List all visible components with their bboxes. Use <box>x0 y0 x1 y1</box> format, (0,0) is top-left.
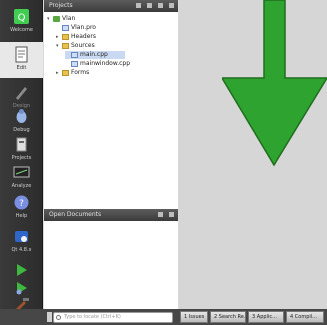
folder-icon <box>62 69 69 76</box>
projects-pane-title[interactable]: Projects <box>49 2 73 9</box>
tree-item-label: mainwindow.cpp <box>80 60 131 67</box>
cpp-file-icon <box>71 60 78 67</box>
mode-label: Welcome <box>10 27 33 33</box>
tree-item-folder[interactable]: ▸ Forms <box>56 69 89 77</box>
output-tab-compile-output[interactable]: 4 Compil... <box>286 311 324 323</box>
tree-item-label: Forms <box>71 69 90 76</box>
split-icon[interactable] <box>158 212 163 217</box>
tree-item-file[interactable]: Vlan.pro <box>56 24 96 32</box>
split-icon[interactable] <box>158 3 163 8</box>
project-icon <box>53 15 60 22</box>
tree-item-folder[interactable]: ▸ Headers <box>56 33 96 41</box>
svg-text:?: ? <box>19 199 24 209</box>
mode-selector-bar: Q Welcome Edit Design Debug Projects Ana… <box>0 0 43 311</box>
mode-welcome[interactable]: Q Welcome <box>0 4 43 40</box>
tree-item-label: main.cpp <box>80 51 108 58</box>
debug-run-icon[interactable] <box>13 280 30 296</box>
tree-item-folder[interactable]: ▾ Sources <box>56 42 95 50</box>
cpp-file-icon <box>71 51 78 58</box>
tree-item-label: Vlan.pro <box>71 24 96 31</box>
folder-icon <box>62 33 69 40</box>
sync-icon[interactable] <box>147 3 152 8</box>
monitor-icon <box>13 166 30 178</box>
design-pen-icon <box>16 87 27 100</box>
tree-item-label: Vlan <box>62 15 76 22</box>
kit-icon <box>15 231 28 242</box>
tree-item-file[interactable]: mainwindow.cpp <box>65 60 130 68</box>
mode-label: Help <box>15 213 28 219</box>
mode-kit-selector[interactable]: Qt 4.8.x <box>0 224 43 260</box>
document-edit-icon <box>15 46 28 63</box>
sidebar-toggle-button[interactable] <box>47 312 52 322</box>
qt-logo-icon: Q <box>14 9 29 24</box>
open-documents-header: Open Documents <box>44 209 178 221</box>
open-documents-list[interactable] <box>44 221 178 309</box>
tree-item-project[interactable]: ▾ Vlan <box>47 15 75 23</box>
projects-pane-toolbar <box>136 3 174 8</box>
tree-item-label: Sources <box>71 42 95 49</box>
tree-item-file-selected[interactable]: main.cpp <box>65 51 125 59</box>
output-tab-application-output[interactable]: 3 Applic... <box>248 311 284 323</box>
open-documents-toolbar <box>158 212 174 217</box>
mode-help[interactable]: ? Help <box>0 190 43 226</box>
open-documents-title[interactable]: Open Documents <box>49 211 101 218</box>
projects-pane-header: Projects <box>44 0 178 12</box>
mode-label: Qt 4.8.x <box>11 247 32 253</box>
close-icon[interactable] <box>169 3 174 8</box>
mode-label: Analyze <box>11 183 32 189</box>
mode-edit[interactable]: Edit <box>0 42 43 78</box>
folder-icon <box>62 42 69 49</box>
svg-text:Q: Q <box>18 13 26 24</box>
file-icon <box>62 24 69 31</box>
wrench-icon <box>16 137 27 152</box>
mode-label: Edit <box>16 65 27 71</box>
tree-item-label: Headers <box>71 33 96 40</box>
search-icon <box>56 315 61 320</box>
filter-icon[interactable] <box>136 3 141 8</box>
locator-input[interactable]: Type to locate (Ctrl+K) <box>53 312 173 323</box>
down-arrow-icon <box>222 0 327 167</box>
output-tab-search-results[interactable]: 2 Search Re... <box>210 311 246 323</box>
run-icon[interactable] <box>13 262 30 278</box>
locator-placeholder: Type to locate (Ctrl+K) <box>64 314 121 320</box>
help-icon: ? <box>14 195 29 210</box>
close-icon[interactable] <box>169 212 174 217</box>
bug-icon <box>16 109 27 123</box>
project-tree: ▾ Vlan Vlan.pro ▸ Headers ▾ Sources main.cp… <box>44 12 178 209</box>
output-tab-issues[interactable]: 1 Issues <box>180 311 208 323</box>
